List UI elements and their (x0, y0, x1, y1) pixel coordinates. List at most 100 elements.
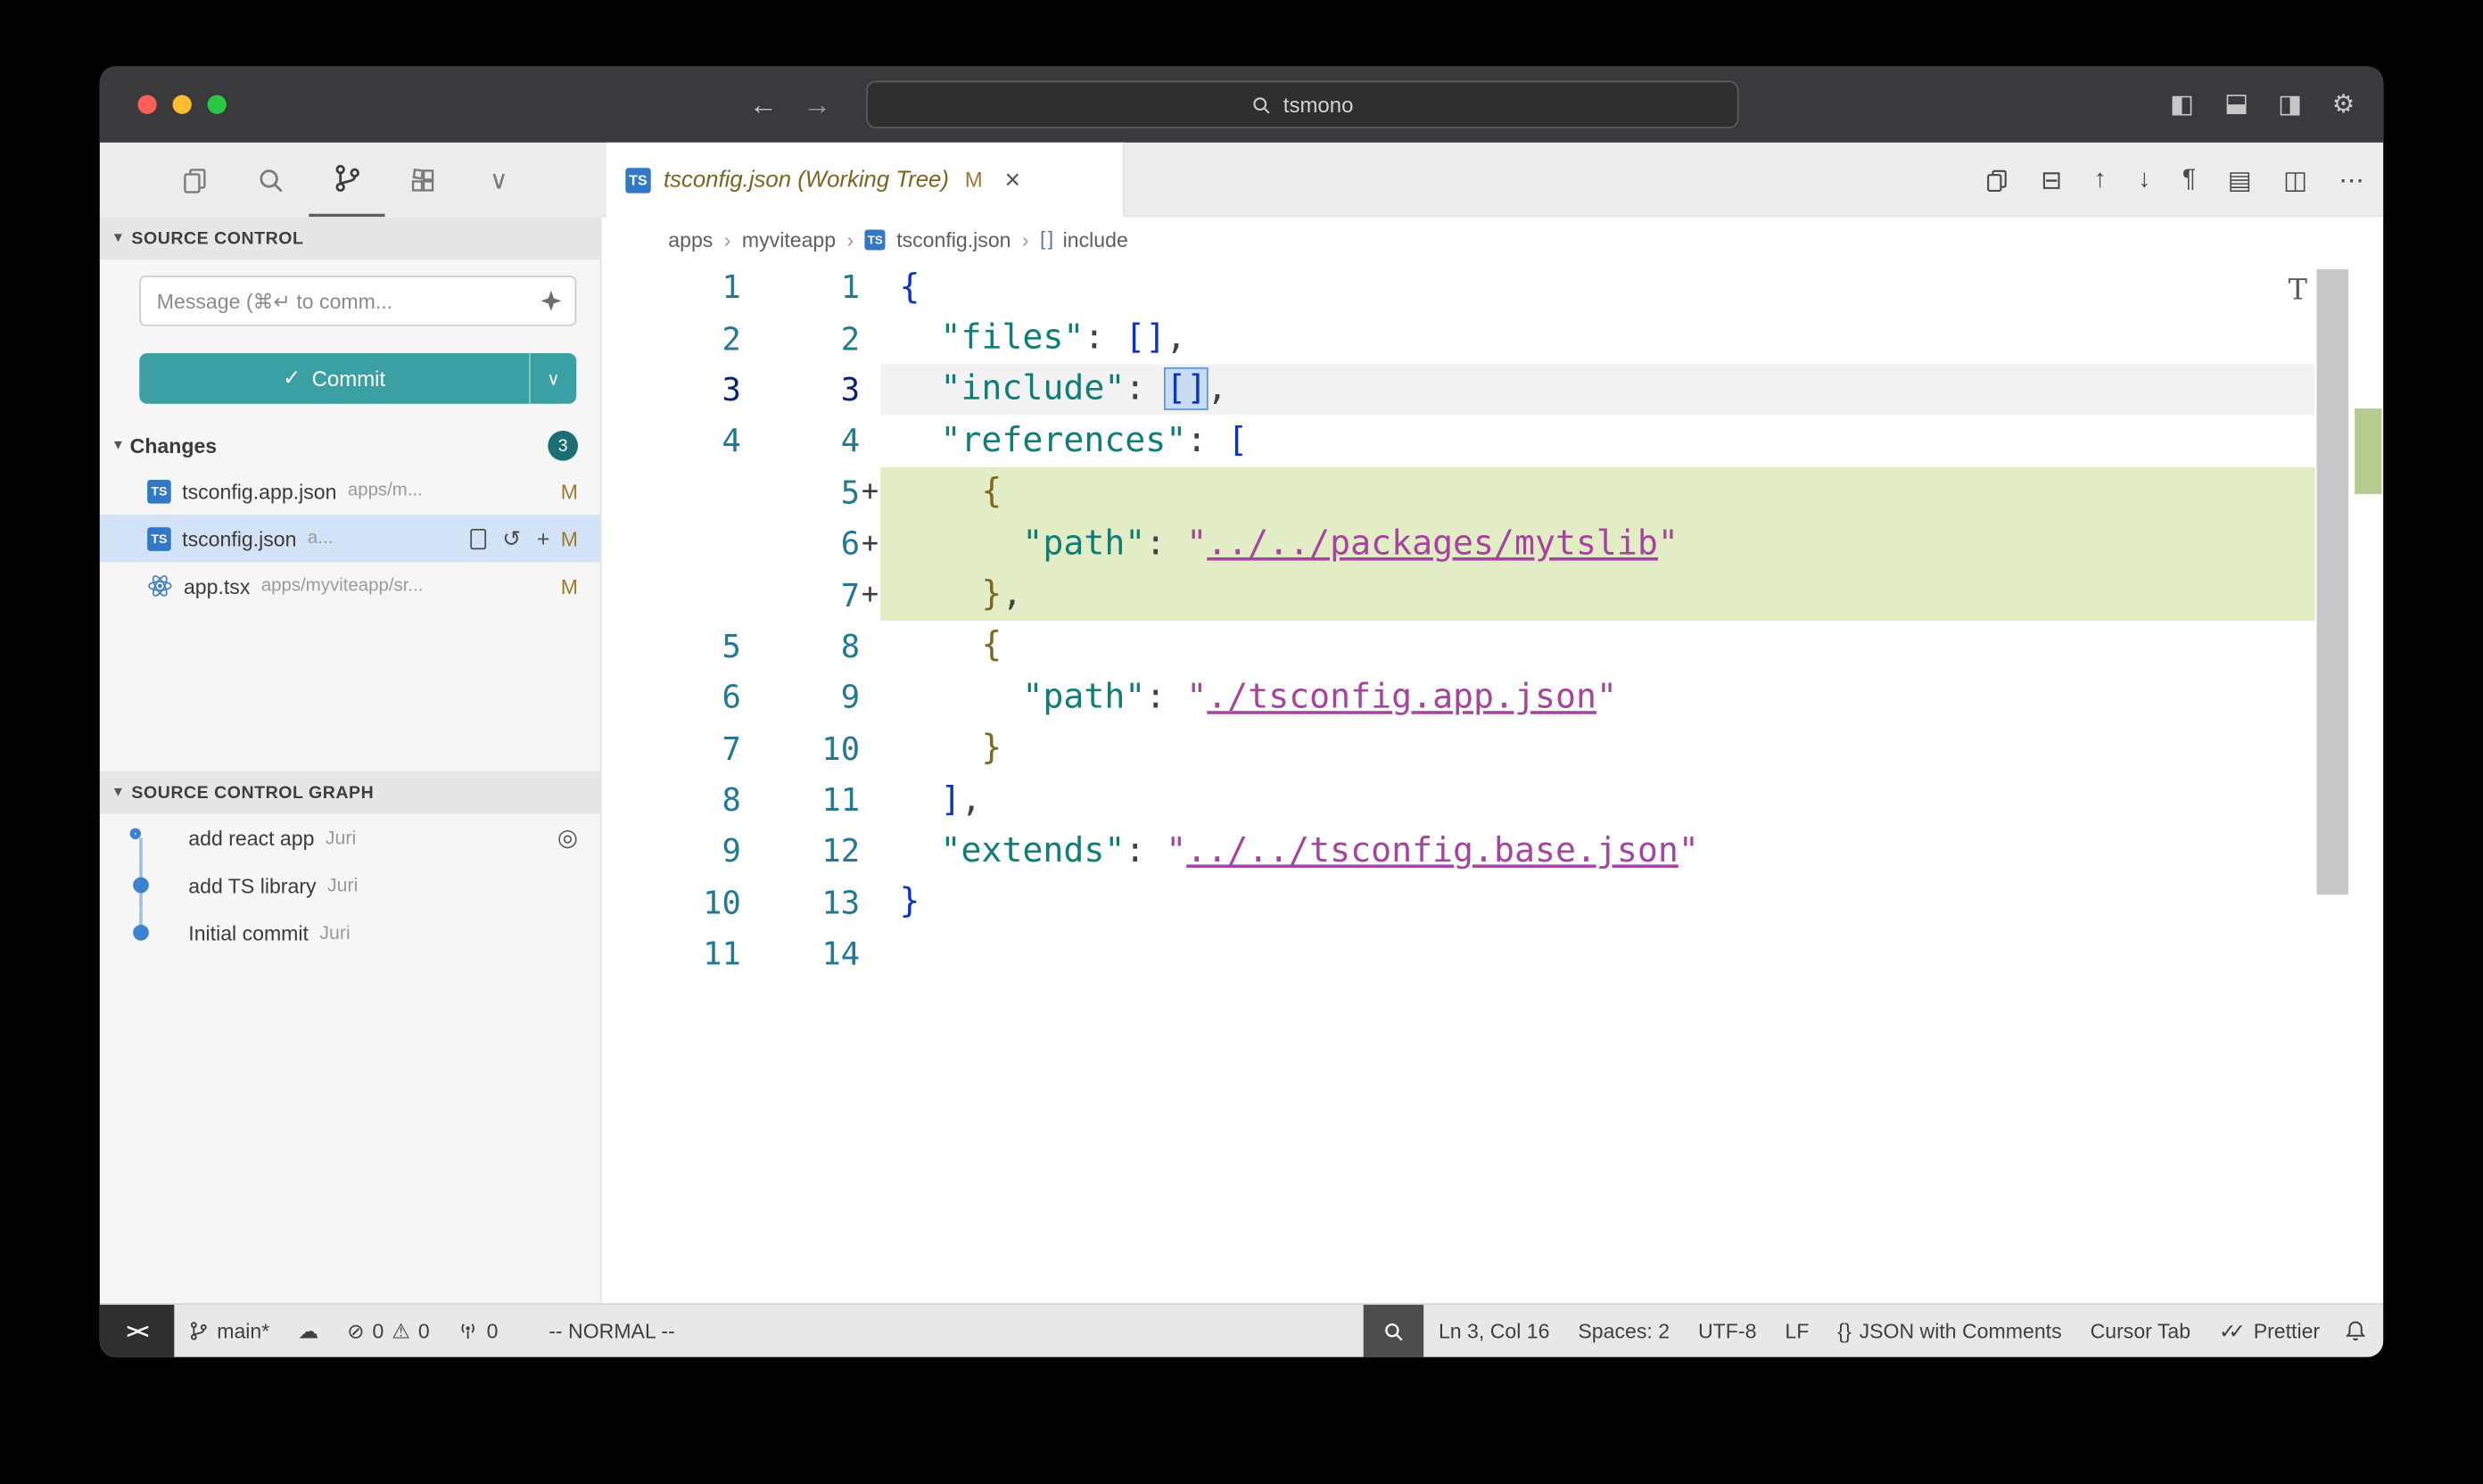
code-line[interactable]: 6+ "path": "../../packages/mytslib" (602, 518, 2315, 570)
added-line-plus: + (860, 578, 880, 611)
branch-name: main* (217, 1319, 269, 1343)
notebook-icon[interactable]: ⊟ (2041, 164, 2062, 196)
open-file-icon[interactable] (471, 528, 487, 548)
language-mode-indicator[interactable]: {} JSON with Comments (1823, 1305, 2075, 1357)
file-row-app-tsx[interactable]: app.tsx apps/myviteapp/sr... M (100, 562, 600, 609)
commit-author: Juri (326, 827, 356, 849)
source-control-view-icon[interactable] (309, 143, 384, 217)
modified-line-number: 8 (741, 627, 860, 665)
problems-indicator[interactable]: ⊘ 0 ⚠ 0 (333, 1305, 443, 1357)
code-line[interactable]: 58 { (602, 621, 2315, 672)
file-link[interactable]: ../../tsconfig.base.json (1186, 831, 1679, 870)
typescript-icon: TS (147, 526, 171, 550)
modified-line-number: 14 (741, 935, 860, 973)
breadcrumb-apps[interactable]: apps (668, 227, 713, 251)
notifications-indicator[interactable] (2334, 1305, 2383, 1357)
toggle-panel-icon[interactable]: ◧ (2220, 93, 2252, 117)
ports-indicator[interactable]: 0 (444, 1305, 513, 1357)
modified-line-number: 4 (741, 422, 860, 460)
branch-indicator[interactable]: main* (174, 1305, 284, 1357)
section-title: SOURCE CONTROL GRAPH (131, 783, 374, 802)
split-editor-icon[interactable]: ◫ (2283, 164, 2307, 196)
minimize-window-button[interactable] (173, 95, 192, 114)
modified-line-number: 12 (741, 832, 860, 870)
toggle-secondary-sidebar-icon[interactable]: ◨ (2278, 88, 2302, 120)
commit-row-add-ts-library[interactable]: add TS library Juri (100, 862, 600, 909)
breadcrumb-myviteapp[interactable]: myviteapp (742, 227, 836, 251)
encoding-indicator[interactable]: UTF-8 (1684, 1305, 1770, 1357)
source-control-section-header[interactable]: ▾ SOURCE CONTROL (100, 217, 600, 260)
tab-tsconfig-working-tree[interactable]: TS tsconfig.json (Working Tree) M × (606, 143, 1125, 217)
code-line[interactable]: 811 ], (602, 774, 2315, 826)
file-row-tsconfig[interactable]: TS tsconfig.json a... ↺ + M (100, 515, 600, 562)
code-line[interactable]: 912 "extends": "../../tsconfig.base.json… (602, 826, 2315, 878)
breadcrumb-tsconfig[interactable]: tsconfig.json (896, 227, 1011, 251)
layout-controls: ◧ ◧ ◨ ⚙ (2170, 67, 2355, 143)
back-icon[interactable]: ← (749, 88, 778, 121)
code-area[interactable]: 11{22 "files": [],33 "include": [],44 "r… (602, 261, 2315, 1303)
code-token: " (1679, 831, 1699, 870)
close-window-button[interactable] (137, 95, 156, 114)
file-link[interactable]: ./tsconfig.app.json (1207, 678, 1596, 717)
more-views-chevron-icon[interactable]: ∨ (461, 143, 537, 217)
file-row-tsconfig-app[interactable]: TS tsconfig.app.json apps/m... M (100, 467, 600, 515)
code-line-text: "path": "../../packages/mytslib" (880, 518, 2315, 570)
explorer-icon[interactable] (157, 143, 233, 217)
code-token: " (1186, 524, 1207, 563)
source-control-graph-header[interactable]: ▾ SOURCE CONTROL GRAPH (100, 771, 600, 814)
search-view-icon[interactable] (233, 143, 309, 217)
code-line[interactable]: 33 "include": [], (602, 364, 2315, 416)
render-whitespace-icon[interactable]: ¶ (2182, 166, 2196, 194)
code-token: " (1596, 678, 1617, 717)
cursor-tab-indicator[interactable]: Cursor Tab (2076, 1305, 2205, 1357)
forward-icon[interactable]: → (803, 88, 831, 121)
code-line[interactable]: 69 "path": "./tsconfig.app.json" (602, 672, 2315, 723)
cursor-position-indicator[interactable]: Ln 3, Col 16 (1424, 1305, 1563, 1357)
formatter-indicator[interactable]: ✓✓ Prettier (2205, 1305, 2334, 1357)
react-icon (147, 573, 172, 598)
settings-gear-icon[interactable]: ⚙ (2332, 88, 2355, 120)
maximize-window-button[interactable] (208, 95, 227, 114)
code-token: " (1658, 524, 1679, 563)
code-line[interactable]: 44 "references": [ (602, 415, 2315, 466)
more-actions-icon[interactable]: ⋯ (2339, 164, 2363, 196)
remote-indicator[interactable]: >< (100, 1305, 174, 1357)
command-center-search[interactable]: tsmono (866, 81, 1738, 128)
breadcrumb-include[interactable]: include (1063, 227, 1128, 251)
stage-changes-icon[interactable]: + (537, 525, 550, 550)
commit-message-input[interactable] (139, 276, 576, 326)
commit-dropdown[interactable]: ∨ (529, 353, 576, 404)
code-line[interactable]: 1013} (602, 877, 2315, 928)
code-line[interactable]: 22 "files": [], (602, 312, 2315, 364)
sync-indicator[interactable]: ☁ (284, 1305, 333, 1357)
commit-row-initial-commit[interactable]: Initial commit Juri (100, 909, 600, 956)
code-line[interactable]: 7+ }, (602, 569, 2315, 621)
goto-commit-icon[interactable]: ◎ (557, 823, 578, 852)
close-tab-icon[interactable]: × (1005, 164, 1021, 196)
typescript-icon: TS (625, 167, 650, 192)
changes-tree-header[interactable]: ▾ Changes 3 (100, 425, 600, 467)
extensions-view-icon[interactable] (384, 143, 460, 217)
sparkle-ai-icon[interactable] (539, 288, 564, 313)
braces-icon: {} (1837, 1319, 1851, 1343)
code-line[interactable]: 1114 (602, 928, 2315, 980)
eol-indicator[interactable]: LF (1770, 1305, 1823, 1357)
discard-changes-icon[interactable]: ↺ (502, 525, 521, 552)
code-line[interactable]: 11{ (602, 261, 2315, 313)
file-link[interactable]: ../../packages/mytslib (1207, 524, 1658, 563)
indentation-indicator[interactable]: Spaces: 2 (1563, 1305, 1684, 1357)
open-changes-icon[interactable] (1984, 167, 2009, 192)
code-line[interactable]: 710 } (602, 723, 2315, 775)
commit-label: Commit (312, 367, 386, 391)
map-icon[interactable]: ▤ (2228, 164, 2252, 196)
commit-button-main[interactable]: ✓ Commit (139, 353, 529, 404)
code-line[interactable]: 5+ { (602, 466, 2315, 518)
commit-row-add-react-app[interactable]: add react app Juri ◎ (100, 814, 600, 862)
vim-mode-indicator[interactable]: -- NORMAL -- (534, 1305, 689, 1357)
toggle-sidebar-icon[interactable]: ◧ (2170, 88, 2194, 120)
previous-change-icon[interactable]: ↑ (2094, 166, 2107, 194)
next-change-icon[interactable]: ↓ (2138, 166, 2150, 194)
file-name: tsconfig.json (182, 526, 296, 550)
screencast-zoom-indicator[interactable] (1364, 1305, 1423, 1357)
scrollbar-thumb[interactable] (2317, 269, 2349, 895)
